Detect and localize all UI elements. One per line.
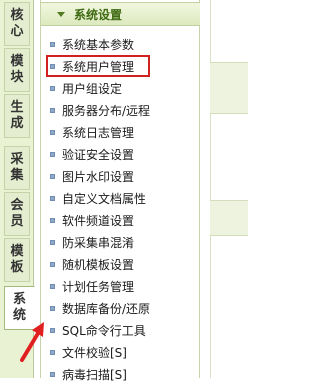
menu-item-random-template[interactable]: 随机模板设置 bbox=[41, 253, 200, 275]
content-divider bbox=[210, 0, 211, 378]
square-bullet-icon bbox=[50, 41, 55, 47]
tab-modules-label: 模块 bbox=[10, 54, 24, 85]
menu-list: 系统基本参数 系统用户管理 用户组设定 服务器分布/远程 系统日志管理 验证安全… bbox=[41, 33, 200, 385]
square-bullet-icon bbox=[50, 151, 55, 157]
square-bullet-icon bbox=[50, 371, 55, 377]
square-bullet-icon bbox=[50, 85, 55, 91]
menu-item-file-check[interactable]: 文件校验[S] bbox=[41, 341, 200, 363]
tab-members[interactable]: 会员 bbox=[4, 192, 30, 236]
content-row-band bbox=[210, 62, 248, 114]
menu-item-watermark[interactable]: 图片水印设置 bbox=[41, 165, 200, 187]
menu-item-custom-attributes[interactable]: 自定义文档属性 bbox=[41, 187, 200, 209]
square-bullet-icon bbox=[50, 305, 55, 311]
menu-item-system-logs[interactable]: 系统日志管理 bbox=[41, 121, 200, 143]
tab-members-label: 会员 bbox=[10, 198, 24, 229]
menu-item-user-management[interactable]: 系统用户管理 bbox=[41, 55, 200, 77]
tab-templates-label: 模板 bbox=[10, 244, 24, 275]
square-bullet-icon bbox=[50, 107, 55, 113]
menu-item-label: 图片水印设置 bbox=[62, 169, 135, 184]
menu-item-db-backup[interactable]: 数据库备份/还原 bbox=[41, 297, 200, 319]
menu-item-anti-scrape[interactable]: 防采集串混淆 bbox=[41, 231, 200, 253]
menu-item-label: 系统基本参数 bbox=[62, 37, 135, 52]
square-bullet-icon bbox=[50, 349, 55, 355]
tab-modules[interactable]: 模块 bbox=[4, 48, 30, 92]
collapse-triangle-icon bbox=[57, 11, 65, 17]
menu-item-label: SQL命令行工具 bbox=[62, 323, 146, 338]
menu-item-scheduled-tasks[interactable]: 计划任务管理 bbox=[41, 275, 200, 297]
menu-item-label: 软件频道设置 bbox=[62, 213, 135, 228]
menu-item-virus-scan[interactable]: 病毒扫描[S] bbox=[41, 363, 200, 385]
square-bullet-icon bbox=[50, 283, 55, 289]
menu-item-label: 随机模板设置 bbox=[62, 257, 135, 272]
main-content-area bbox=[200, 0, 248, 378]
system-settings-panel: 系统设置 系统基本参数 系统用户管理 用户组设定 服务器分布/远程 系统日志管理… bbox=[40, 0, 200, 382]
square-bullet-icon bbox=[50, 261, 55, 267]
square-bullet-icon bbox=[50, 217, 55, 223]
menu-item-sql-tool[interactable]: SQL命令行工具 bbox=[41, 319, 200, 341]
tab-core[interactable]: 核心 bbox=[4, 2, 30, 46]
square-bullet-icon bbox=[50, 129, 55, 135]
tab-core-label: 核心 bbox=[10, 8, 24, 39]
red-arrow-icon bbox=[20, 322, 44, 362]
square-bullet-icon bbox=[50, 239, 55, 245]
tab-collect[interactable]: 采集 bbox=[4, 146, 30, 190]
menu-item-label: 病毒扫描[S] bbox=[62, 367, 127, 382]
menu-item-label: 文件校验[S] bbox=[62, 345, 127, 360]
menu-item-user-groups[interactable]: 用户组设定 bbox=[41, 77, 200, 99]
menu-item-label: 自定义文档属性 bbox=[62, 191, 147, 206]
tab-generate-label: 生成 bbox=[10, 100, 24, 131]
panel-title: 系统设置 bbox=[74, 7, 123, 22]
menu-item-label: 系统日志管理 bbox=[62, 125, 135, 140]
menu-item-label: 数据库备份/还原 bbox=[62, 301, 151, 316]
square-bullet-icon bbox=[50, 173, 55, 179]
square-bullet-icon bbox=[50, 195, 55, 201]
menu-item-label: 计划任务管理 bbox=[62, 279, 135, 294]
menu-item-label: 用户组设定 bbox=[62, 81, 123, 96]
tab-collect-label: 采集 bbox=[10, 152, 24, 183]
panel-header[interactable]: 系统设置 bbox=[41, 2, 200, 26]
menu-item-security[interactable]: 验证安全设置 bbox=[41, 143, 200, 165]
content-row-band bbox=[210, 200, 248, 236]
menu-item-software-channel[interactable]: 软件频道设置 bbox=[41, 209, 200, 231]
square-bullet-icon bbox=[50, 327, 55, 333]
menu-item-label: 系统用户管理 bbox=[62, 59, 135, 74]
square-bullet-icon bbox=[50, 63, 55, 69]
menu-item-label: 防采集串混淆 bbox=[62, 235, 135, 250]
menu-item-system-params[interactable]: 系统基本参数 bbox=[41, 33, 200, 55]
tab-generate[interactable]: 生成 bbox=[4, 94, 30, 138]
menu-item-label: 验证安全设置 bbox=[62, 147, 135, 162]
menu-item-server-remote[interactable]: 服务器分布/远程 bbox=[41, 99, 200, 121]
menu-item-label: 服务器分布/远程 bbox=[62, 103, 151, 118]
tab-templates[interactable]: 模板 bbox=[4, 238, 30, 282]
